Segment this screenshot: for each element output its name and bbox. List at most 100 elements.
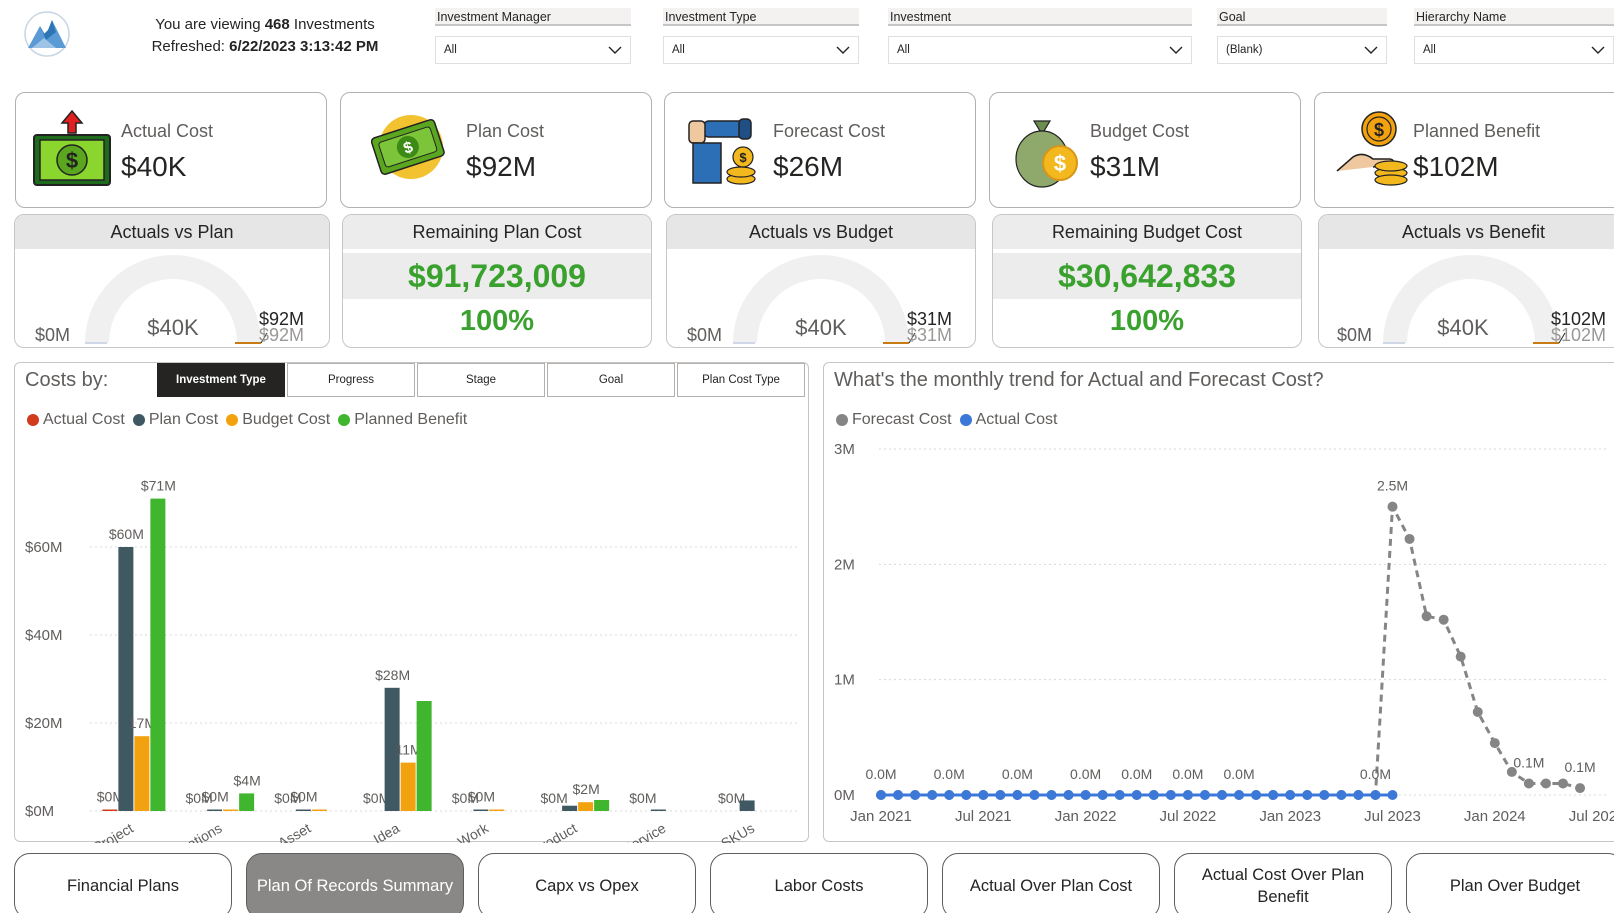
data-point — [1234, 790, 1245, 800]
gauge-max: $102M — [1551, 325, 1606, 345]
hand-coins-icon: $ — [1336, 111, 1408, 186]
legend-item[interactable]: Actual Cost — [959, 411, 1057, 429]
gauge-chart: $0M $40K $102M $102M — [1337, 255, 1606, 345]
remaining-value: $91,723,009 — [343, 253, 651, 299]
data-point — [1251, 790, 1262, 800]
point-data-label: 0.0M — [1002, 766, 1033, 782]
data-point — [1558, 778, 1568, 789]
slicer-investment: Investment All — [888, 8, 1192, 64]
data-point — [1455, 651, 1466, 662]
x-tick-label: Other Work — [421, 819, 492, 843]
kpi-card-plan-cost: $ Plan Cost $92M — [340, 92, 652, 208]
gauge-actuals-vs-plan: Actuals vs Plan $0M $40K $92M $92M — [14, 214, 330, 348]
data-point — [1012, 790, 1023, 800]
chevron-down-icon — [608, 46, 622, 54]
kpi-value: $102M — [1413, 151, 1499, 182]
tab-plan-cost-type[interactable]: Plan Cost Type — [677, 363, 805, 397]
app-logo — [24, 11, 70, 57]
money-bill-icon: $ — [371, 115, 445, 179]
tab-investment-type[interactable]: Investment Type — [157, 363, 285, 397]
x-tick-label: Applications — [151, 820, 224, 843]
gauge-value: $40K — [795, 315, 847, 340]
svg-text:$: $ — [1374, 120, 1384, 140]
nav-financial-plans[interactable]: Financial Plans — [14, 853, 232, 913]
data-point — [1319, 790, 1330, 800]
data-point — [1097, 790, 1108, 800]
slicer-title: Investment Type — [663, 8, 859, 26]
point-data-label: 0.0M — [865, 766, 896, 782]
nav-actual-cost-over-plan-benefit[interactable]: Actual Cost Over Plan Benefit — [1174, 853, 1392, 913]
bar-planned-benefit — [416, 701, 432, 811]
chevron-down-icon — [836, 46, 850, 54]
data-point — [1336, 790, 1347, 800]
chevron-down-icon — [1591, 46, 1605, 54]
investment-dropdown[interactable]: All — [888, 36, 1192, 64]
costs-by-panel: Costs by: Investment Type Progress Stage… — [14, 362, 809, 843]
nav-plan-of-records-summary[interactable]: Plan Of Records Summary — [246, 853, 464, 913]
remaining-value: $30,642,833 — [993, 253, 1301, 299]
legend-item[interactable]: Plan Cost — [132, 411, 219, 429]
y-tick-label: 0M — [834, 787, 855, 804]
data-point — [1370, 790, 1381, 800]
legend-label: Plan Cost — [148, 411, 219, 428]
x-tick-label: Jul 2024 — [1569, 808, 1614, 825]
x-tick-label: Service — [620, 820, 669, 843]
trend-legend: Forecast Cost Actual Cost — [836, 411, 1065, 429]
hierarchy-name-dropdown[interactable]: All — [1414, 36, 1614, 64]
nav-plan-over-budget[interactable]: Plan Over Budget — [1406, 853, 1614, 913]
bar-data-label: $0M — [468, 789, 495, 805]
legend-dot — [836, 414, 848, 426]
nav-labor-costs[interactable]: Labor Costs — [710, 853, 928, 913]
tab-stage[interactable]: Stage — [417, 363, 545, 397]
data-point — [1029, 790, 1040, 800]
legend-label: Actual Cost — [43, 411, 125, 428]
legend-item[interactable]: Budget Cost — [226, 411, 330, 429]
legend-item[interactable]: Actual Cost — [27, 411, 125, 429]
bar-plan-cost — [473, 809, 489, 811]
trend-line-chart: 0M 1M 2M 3M Jan 2021 Jul 2021 Jan 2022 Jul 2022… — [834, 441, 1614, 825]
legend-label: Planned Benefit — [354, 411, 468, 428]
investment-summary: You are viewing 468 Investments Refreshe… — [130, 14, 400, 58]
data-point — [927, 790, 938, 800]
data-point — [1182, 790, 1193, 800]
nav-actual-over-plan-cost[interactable]: Actual Over Plan Cost — [942, 853, 1160, 913]
goal-dropdown[interactable]: (Blank) — [1217, 36, 1387, 64]
investment-type-dropdown[interactable]: All — [663, 36, 859, 64]
nav-capx-vs-opex[interactable]: Capx vs Opex — [478, 853, 696, 913]
kpi-card-forecast-cost: $ Forecast Cost $26M — [664, 92, 976, 208]
data-point — [995, 790, 1006, 800]
kpi-value: $92M — [466, 151, 537, 182]
kpi-value: $26M — [773, 151, 844, 182]
legend-item[interactable]: Planned Benefit — [338, 411, 467, 429]
y-tick-label: $20M — [25, 715, 63, 732]
slicer-investment-manager: Investment Manager All — [435, 8, 631, 64]
legend-label: Forecast Cost — [852, 411, 952, 428]
series-line-forecast-cost — [881, 501, 1581, 797]
x-tick-label: Idea — [371, 820, 403, 843]
x-tick-label: Jan 2023 — [1259, 808, 1321, 825]
bar-budget-cost — [578, 802, 594, 811]
tab-progress[interactable]: Progress — [287, 363, 415, 397]
data-point — [1353, 790, 1364, 800]
bar-data-label: $0M — [629, 790, 656, 806]
bar-plan-cost — [207, 809, 223, 811]
bar-plan-cost — [118, 547, 134, 811]
data-point — [1489, 738, 1500, 749]
tab-goal[interactable]: Goal — [547, 363, 675, 397]
gauge-actuals-vs-budget: Actuals vs Budget $0M $40K $31M $31M — [666, 214, 976, 348]
svg-text:$: $ — [66, 148, 78, 173]
svg-text:$: $ — [1054, 151, 1066, 176]
slicer-title: Investment — [888, 8, 1192, 26]
remaining-plan-cost-card: Remaining Plan Cost $91,723,009 100% — [342, 214, 652, 348]
investment-manager-dropdown[interactable]: All — [435, 36, 631, 64]
x-tick-label: Jul 2023 — [1364, 808, 1421, 825]
y-tick-label: $40M — [25, 627, 63, 644]
point-data-label: 2.5M — [1377, 478, 1408, 494]
investment-count: 468 — [264, 16, 290, 33]
x-tick-label: Product — [530, 820, 580, 843]
legend-item[interactable]: Forecast Cost — [836, 411, 952, 429]
point-data-label: 0.0M — [1360, 766, 1391, 782]
kpi-value: $40K — [121, 151, 187, 182]
slicer-title: Goal — [1217, 8, 1387, 26]
bar-data-label: $0M — [541, 790, 568, 806]
